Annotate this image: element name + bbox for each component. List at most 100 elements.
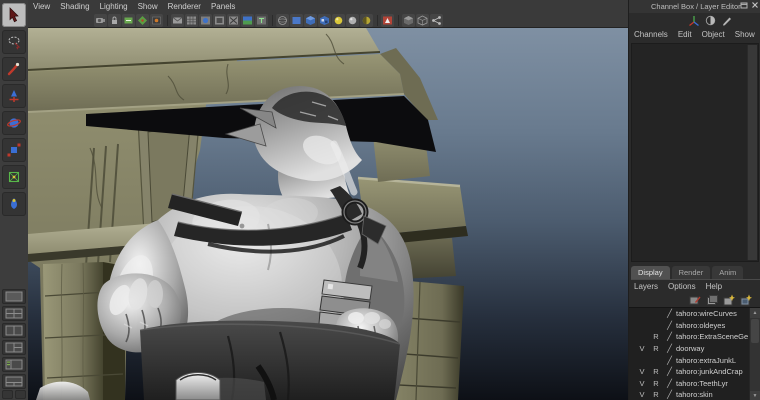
paint-select-tool[interactable] <box>2 57 26 81</box>
menu-channels[interactable]: Channels <box>629 30 673 39</box>
layout-two-pane-button[interactable] <box>2 323 26 338</box>
layer-name[interactable]: tahoro:extraJunkL <box>676 356 750 365</box>
grid-icon[interactable] <box>185 13 198 27</box>
backface-culling-icon[interactable] <box>416 13 429 27</box>
float-icon[interactable] <box>740 1 748 9</box>
layout-single-pane-button[interactable] <box>2 289 26 304</box>
menu-object[interactable]: Object <box>697 30 730 39</box>
layer-type-toggle[interactable]: R <box>649 379 663 388</box>
gate-mask-icon[interactable] <box>227 13 240 27</box>
image-plane-icon[interactable] <box>150 13 163 27</box>
flat-shade-icon[interactable] <box>290 13 303 27</box>
layer-row[interactable]: R ╱ tahoro:ExtraSceneGe <box>629 331 750 343</box>
layer-name[interactable]: doorway <box>676 344 750 353</box>
pencil-icon[interactable] <box>721 15 732 26</box>
resolution-gate-icon[interactable] <box>213 13 226 27</box>
select-tool[interactable] <box>2 3 26 27</box>
new-empty-layer-icon[interactable] <box>722 294 735 307</box>
select-camera-icon[interactable] <box>94 13 107 27</box>
toolbox-collapse-right-button[interactable] <box>15 390 26 399</box>
layer-row[interactable]: ╱ tahoro:oldeyes <box>629 320 750 332</box>
layer-visibility-toggle[interactable]: V <box>629 379 649 388</box>
lock-camera-icon[interactable] <box>108 13 121 27</box>
rotate-tool[interactable] <box>2 111 26 135</box>
menu-lighting[interactable]: Lighting <box>95 2 133 11</box>
layer-name[interactable]: tahoro:TeethLyr <box>676 379 750 388</box>
layer-type-toggle[interactable]: R <box>649 367 663 376</box>
shaded-icon[interactable] <box>304 13 317 27</box>
layer-row[interactable]: V R ╱ tahoro:skin <box>629 389 750 400</box>
layer-color-icon[interactable]: ╱ <box>663 309 676 318</box>
layer-color-icon[interactable]: ╱ <box>663 321 676 330</box>
layer-visibility-toggle[interactable]: V <box>629 367 649 376</box>
menu-show[interactable]: Show <box>730 30 760 39</box>
layer-visibility-toggle[interactable]: V <box>629 390 649 399</box>
scroll-down-icon[interactable]: ▼ <box>750 391 760 400</box>
layer-name[interactable]: tahoro:skin <box>676 390 750 399</box>
layer-color-icon[interactable]: ╱ <box>663 332 676 341</box>
scroll-up-icon[interactable]: ▲ <box>750 308 760 318</box>
menu-edit[interactable]: Edit <box>673 30 697 39</box>
menu-options[interactable]: Options <box>663 282 701 291</box>
channel-box-scrollbar[interactable] <box>747 45 757 260</box>
share-icon[interactable] <box>430 13 443 27</box>
layer-row[interactable]: V R ╱ tahoro:TeethLyr <box>629 378 750 390</box>
bookmark-icon[interactable] <box>136 13 149 27</box>
layer-type-toggle[interactable]: R <box>649 332 663 341</box>
textured-icon[interactable] <box>318 13 331 27</box>
viewport-3d-scene[interactable] <box>28 28 628 400</box>
layer-color-icon[interactable]: ╱ <box>663 344 676 353</box>
use-default-lighting-icon[interactable] <box>332 13 345 27</box>
menu-shading[interactable]: Shading <box>55 2 94 11</box>
new-layer-from-selected-icon[interactable] <box>739 294 752 307</box>
layer-name[interactable]: tahoro:wireCurves <box>676 309 750 318</box>
universal-manipulator-tool[interactable] <box>2 165 26 189</box>
layer-row[interactable]: V R ╱ doorway <box>629 343 750 355</box>
isolate-select-icon[interactable] <box>381 13 394 27</box>
field-chart-icon[interactable] <box>241 13 254 27</box>
layer-visibility-toggle[interactable]: V <box>629 344 649 353</box>
layout-outliner-persp-button[interactable] <box>2 357 26 372</box>
menu-layers[interactable]: Layers <box>629 282 663 291</box>
wireframe-icon[interactable] <box>276 13 289 27</box>
toolbox-collapse-left-button[interactable] <box>2 390 13 399</box>
layer-color-icon[interactable]: ╱ <box>663 356 676 365</box>
menu-view[interactable]: View <box>28 2 55 11</box>
layout-four-pane-button[interactable] <box>2 306 26 321</box>
safe-title-icon[interactable] <box>255 13 268 27</box>
menu-show[interactable]: Show <box>133 2 163 11</box>
move-tool[interactable] <box>2 84 26 108</box>
layer-name[interactable]: tahoro:oldeyes <box>676 321 750 330</box>
layer-color-icon[interactable]: ╱ <box>663 379 676 388</box>
film-gate-icon[interactable] <box>199 13 212 27</box>
camera-attributes-icon[interactable] <box>122 13 135 27</box>
layer-name[interactable]: tahoro:junkAndCrap <box>676 367 750 376</box>
layer-name[interactable]: tahoro:ExtraSceneGe <box>676 332 750 341</box>
layout-three-pane-button[interactable] <box>2 340 26 355</box>
layer-type-toggle[interactable]: R <box>649 390 663 399</box>
scale-tool[interactable] <box>2 138 26 162</box>
pan-zoom-icon[interactable] <box>171 13 184 27</box>
layer-type-toggle[interactable]: R <box>649 344 663 353</box>
tab-anim[interactable]: Anim <box>712 266 744 279</box>
xyz-axes-icon[interactable] <box>688 15 700 27</box>
lasso-tool[interactable] <box>2 30 26 54</box>
layer-row[interactable]: ╱ tahoro:extraJunkL <box>629 354 750 366</box>
layer-color-icon[interactable]: ╱ <box>663 367 676 376</box>
menu-help[interactable]: Help <box>701 282 727 291</box>
layer-color-icon[interactable]: ╱ <box>663 390 676 399</box>
tab-display[interactable]: Display <box>631 266 670 279</box>
xray-icon[interactable] <box>402 13 415 27</box>
tab-render[interactable]: Render <box>671 266 711 279</box>
soft-modification-tool[interactable] <box>2 192 26 216</box>
layer-pen-icon[interactable] <box>688 294 701 307</box>
scroll-thumb[interactable] <box>751 319 759 343</box>
layout-split-bottom-button[interactable] <box>2 374 26 389</box>
all-lights-icon[interactable] <box>346 13 359 27</box>
layer-list-scrollbar[interactable]: ▲ ▼ <box>749 308 760 400</box>
layer-row[interactable]: V R ╱ tahoro:junkAndCrap <box>629 366 750 378</box>
layer-box-icon[interactable] <box>705 294 718 307</box>
shadows-icon[interactable] <box>360 13 373 27</box>
menu-renderer[interactable]: Renderer <box>163 2 206 11</box>
close-icon[interactable] <box>751 1 759 9</box>
